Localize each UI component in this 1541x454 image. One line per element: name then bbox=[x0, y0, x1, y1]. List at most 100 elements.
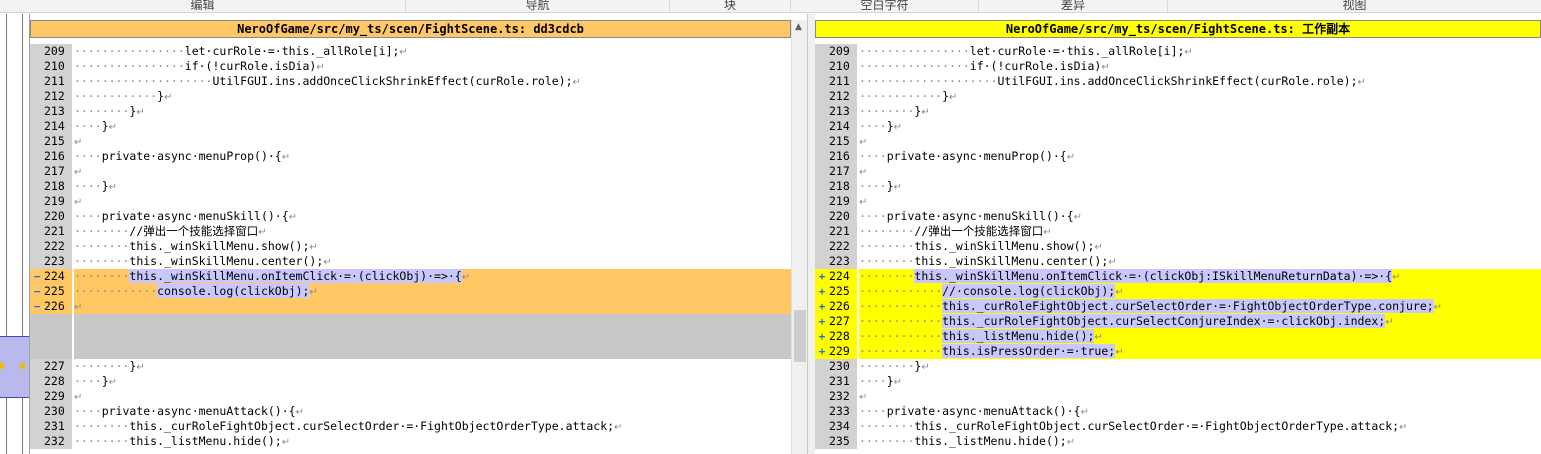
code-line[interactable]: −226 ↵ bbox=[30, 299, 791, 314]
line-text[interactable]: ············}↵ bbox=[74, 89, 791, 104]
line-text[interactable]: ············this._curRoleFightObject.cur… bbox=[859, 299, 1541, 314]
code-line[interactable]: 220 ····private·async·menuSkill()·{↵ bbox=[815, 209, 1541, 224]
line-text[interactable]: ················if·(!curRole.isDia)↵ bbox=[74, 59, 791, 74]
line-text[interactable]: ············this._listMenu.hide();↵ bbox=[859, 329, 1541, 344]
line-text[interactable]: ····private·async·menuAttack()·{↵ bbox=[859, 404, 1541, 419]
line-text[interactable]: ········this._listMenu.hide();↵ bbox=[859, 434, 1541, 449]
line-text[interactable]: ········this._winSkillMenu.onItemClick·=… bbox=[859, 269, 1541, 284]
line-text[interactable]: ↵ bbox=[74, 299, 791, 314]
code-line[interactable]: 213 ········}↵ bbox=[30, 104, 791, 119]
code-line[interactable]: 221 ········//弹出一个技能选择窗口↵ bbox=[30, 224, 791, 239]
line-text[interactable]: ········}↵ bbox=[859, 104, 1541, 119]
line-text[interactable]: ↵ bbox=[859, 134, 1541, 149]
line-text[interactable]: ········this._curRoleFightObject.curSele… bbox=[859, 419, 1541, 434]
line-text[interactable]: ↵ bbox=[74, 164, 791, 179]
code-line[interactable]: 219 ↵ bbox=[815, 194, 1541, 209]
code-line[interactable]: 223 ········this._winSkillMenu.center();↵ bbox=[815, 254, 1541, 269]
code-line[interactable]: 215 ↵ bbox=[815, 134, 1541, 149]
line-text[interactable]: ················let·curRole·=·this._allR… bbox=[859, 44, 1541, 59]
code-line[interactable]: 232 ↵ bbox=[815, 389, 1541, 404]
line-text[interactable]: ····}↵ bbox=[859, 374, 1541, 389]
placeholder-row[interactable] bbox=[30, 329, 791, 344]
ribbon-tab-block[interactable]: 块 bbox=[670, 0, 791, 12]
line-text[interactable]: ····}↵ bbox=[74, 374, 791, 389]
code-line[interactable]: +229 ············this.isPressOrder·=·true… bbox=[815, 344, 1541, 359]
code-line[interactable]: 210 ················if·(!curRole.isDia)↵ bbox=[30, 59, 791, 74]
code-line[interactable]: 214 ····}↵ bbox=[30, 119, 791, 134]
line-text[interactable]: ········}↵ bbox=[74, 359, 791, 374]
placeholder-row[interactable] bbox=[30, 314, 791, 329]
code-line[interactable]: 228 ····}↵ bbox=[30, 374, 791, 389]
line-text[interactable]: ····}↵ bbox=[859, 179, 1541, 194]
right-code-view[interactable]: 209 ················let·curRole·=·this._a… bbox=[815, 44, 1541, 449]
code-line[interactable]: 232 ········this._listMenu.hide();↵ bbox=[30, 434, 791, 449]
code-line[interactable]: 217 ↵ bbox=[815, 164, 1541, 179]
code-line[interactable]: −224 ········this._winSkillMenu.onItemCli… bbox=[30, 269, 791, 284]
code-line[interactable]: 210 ················if·(!curRole.isDia)↵ bbox=[815, 59, 1541, 74]
left-diff-pane[interactable]: NeroOfGame/src/my_ts/scen/FightScene.ts:… bbox=[30, 14, 807, 454]
ribbon-tab-diff[interactable]: 差异 bbox=[979, 0, 1168, 12]
line-text[interactable]: ····private·async·menuSkill()·{↵ bbox=[859, 209, 1541, 224]
code-line[interactable]: 230 ····private·async·menuAttack()·{↵ bbox=[30, 404, 791, 419]
line-text[interactable]: ············this._curRoleFightObject.cur… bbox=[859, 314, 1541, 329]
code-line[interactable]: +225 ············//·console.log(clickObj)… bbox=[815, 284, 1541, 299]
code-line[interactable]: +228 ············this._listMenu.hide();↵ bbox=[815, 329, 1541, 344]
line-text[interactable]: ········this._winSkillMenu.center();↵ bbox=[74, 254, 791, 269]
code-line[interactable]: 227 ········}↵ bbox=[30, 359, 791, 374]
ribbon-tab-edit[interactable]: 编辑 bbox=[0, 0, 406, 12]
code-line[interactable]: 218 ····}↵ bbox=[815, 179, 1541, 194]
left-scrollbar[interactable]: ▲ bbox=[791, 20, 807, 454]
code-line[interactable]: 220 ····private·async·menuSkill()·{↵ bbox=[30, 209, 791, 224]
code-line[interactable]: 216 ····private·async·menuProp()·{↵ bbox=[815, 149, 1541, 164]
line-text[interactable]: ········this._winSkillMenu.show();↵ bbox=[74, 239, 791, 254]
line-text[interactable]: ········this._curRoleFightObject.curSele… bbox=[74, 419, 791, 434]
code-line[interactable]: 229 ↵ bbox=[30, 389, 791, 404]
code-line[interactable]: 234 ········this._curRoleFightObject.curS… bbox=[815, 419, 1541, 434]
line-text[interactable]: ↵ bbox=[74, 194, 791, 209]
code-line[interactable]: 217 ↵ bbox=[30, 164, 791, 179]
line-text[interactable]: ↵ bbox=[859, 164, 1541, 179]
code-line[interactable]: 230 ········}↵ bbox=[815, 359, 1541, 374]
left-code-view[interactable]: 209 ················let·curRole·=·this._a… bbox=[30, 44, 791, 449]
code-line[interactable]: 209 ················let·curRole·=·this._a… bbox=[30, 44, 791, 59]
line-text[interactable]: ····private·async·menuProp()·{↵ bbox=[74, 149, 791, 164]
line-text[interactable]: ↵ bbox=[859, 194, 1541, 209]
code-line[interactable]: 235 ········this._listMenu.hide();↵ bbox=[815, 434, 1541, 449]
code-line[interactable]: 221 ········//弹出一个技能选择窗口↵ bbox=[815, 224, 1541, 239]
line-text[interactable]: ····private·async·menuAttack()·{↵ bbox=[74, 404, 791, 419]
code-line[interactable]: +226 ············this._curRoleFightObject… bbox=[815, 299, 1541, 314]
line-text[interactable]: ↵ bbox=[859, 389, 1541, 404]
line-text[interactable]: ········this._winSkillMenu.center();↵ bbox=[859, 254, 1541, 269]
code-line[interactable]: 216 ····private·async·menuProp()·{↵ bbox=[30, 149, 791, 164]
line-text[interactable]: ················let·curRole·=·this._allR… bbox=[74, 44, 791, 59]
code-line[interactable]: 212 ············}↵ bbox=[815, 89, 1541, 104]
line-text[interactable]: ········}↵ bbox=[74, 104, 791, 119]
code-line[interactable]: 233 ····private·async·menuAttack()·{↵ bbox=[815, 404, 1541, 419]
ribbon-tab-navigate[interactable]: 导航 bbox=[406, 0, 670, 12]
line-text[interactable]: ····private·async·menuProp()·{↵ bbox=[859, 149, 1541, 164]
line-text[interactable]: ············console.log(clickObj);↵ bbox=[74, 284, 791, 299]
code-line[interactable]: +224 ········this._winSkillMenu.onItemCli… bbox=[815, 269, 1541, 284]
right-diff-pane[interactable]: NeroOfGame/src/my_ts/scen/FightScene.ts:… bbox=[815, 14, 1541, 454]
scrollbar-thumb[interactable] bbox=[794, 310, 806, 362]
code-line[interactable]: +227 ············this._curRoleFightObject… bbox=[815, 314, 1541, 329]
code-line[interactable]: 231 ····}↵ bbox=[815, 374, 1541, 389]
line-text[interactable]: ····private·async·menuSkill()·{↵ bbox=[74, 209, 791, 224]
scroll-up-arrow-icon[interactable]: ▲ bbox=[795, 22, 802, 32]
line-text[interactable]: ············}↵ bbox=[859, 89, 1541, 104]
code-line[interactable]: 212 ············}↵ bbox=[30, 89, 791, 104]
line-text[interactable]: ····}↵ bbox=[74, 119, 791, 134]
ribbon-tab-view[interactable]: 视图 bbox=[1168, 0, 1541, 12]
line-text[interactable]: ········this._winSkillMenu.show();↵ bbox=[859, 239, 1541, 254]
line-text[interactable]: ········this._listMenu.hide();↵ bbox=[74, 434, 791, 449]
diff-overview-bar[interactable] bbox=[0, 14, 30, 454]
code-line[interactable]: 219 ↵ bbox=[30, 194, 791, 209]
code-line[interactable]: 222 ········this._winSkillMenu.show();↵ bbox=[815, 239, 1541, 254]
code-line[interactable]: 214 ····}↵ bbox=[815, 119, 1541, 134]
pane-splitter[interactable] bbox=[807, 14, 815, 454]
line-text[interactable]: ········//弹出一个技能选择窗口↵ bbox=[859, 224, 1541, 239]
line-text[interactable]: ····}↵ bbox=[859, 119, 1541, 134]
code-line[interactable]: 211 ····················UtilFGUI.ins.addO… bbox=[30, 74, 791, 89]
code-line[interactable]: 223 ········this._winSkillMenu.center();↵ bbox=[30, 254, 791, 269]
placeholder-row[interactable] bbox=[30, 344, 791, 359]
